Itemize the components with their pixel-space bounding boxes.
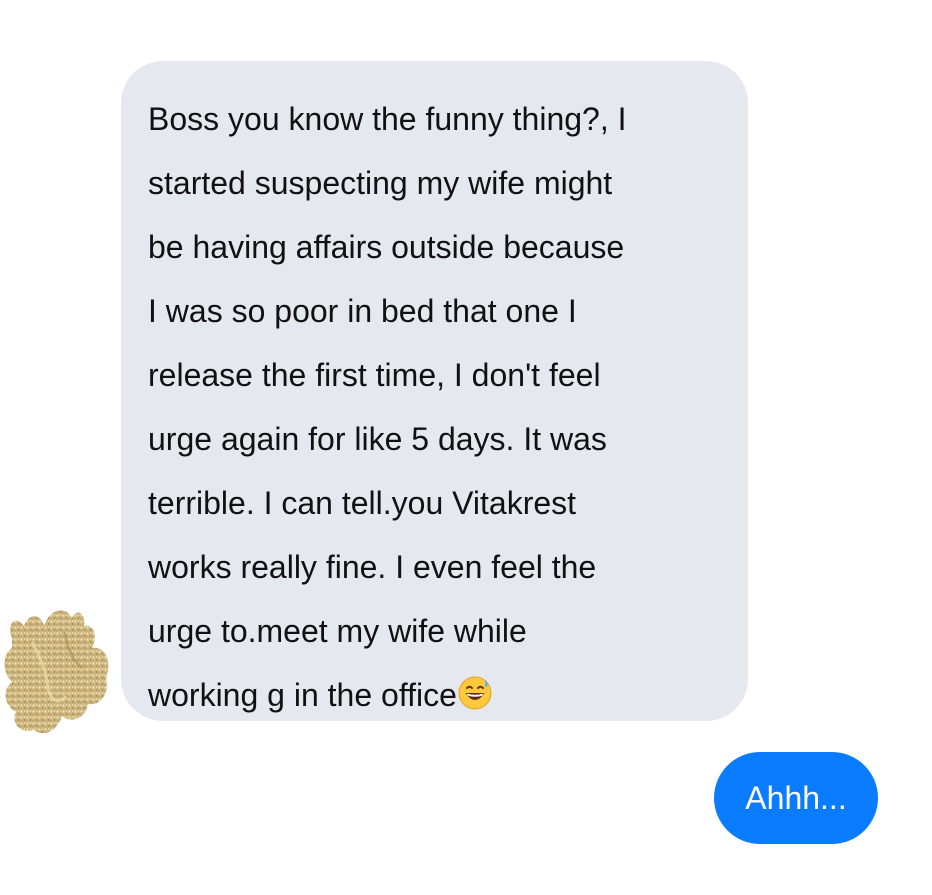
message-thread: Boss you know the funny thing?, I starte… (0, 0, 932, 895)
message-line: terrible. I can tell.you Vitakrest (148, 485, 577, 521)
message-line: release the first time, I don't feel (148, 357, 601, 393)
message-line: urge again for like 5 days. It was (148, 421, 607, 457)
message-line: be having affairs outside because (148, 229, 625, 265)
message-last-line: working g in the office (148, 663, 728, 727)
message-line: started suspecting my wife might (148, 165, 613, 201)
message-line-text: working g in the office (148, 677, 457, 713)
message-line: Boss you know the funny thing?, I (148, 101, 627, 137)
message-line: works really fine. I even feel the (148, 549, 597, 585)
message-line: urge to.meet my wife while (148, 613, 527, 649)
incoming-message-bubble[interactable]: Boss you know the funny thing?, I starte… (121, 61, 748, 721)
contact-avatar[interactable] (2, 602, 114, 742)
grinning-face-with-sweat-icon (458, 667, 492, 731)
outgoing-message-bubble[interactable]: Ahhh... (714, 752, 878, 844)
message-line: I was so poor in bed that one I (148, 293, 577, 329)
glitter-avatar-icon (4, 610, 109, 734)
